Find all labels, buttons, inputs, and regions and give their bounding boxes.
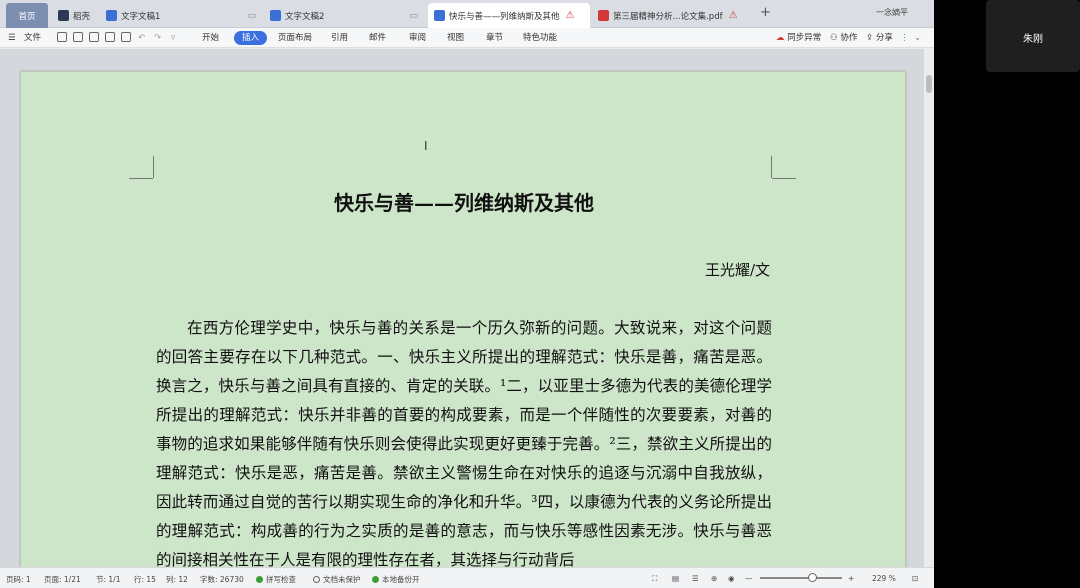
collab-button[interactable]: ⚇ 协作	[830, 31, 857, 45]
web-view-icon[interactable]: ⊕	[711, 574, 717, 583]
new-tab-button[interactable]: +	[760, 5, 771, 20]
menu-references[interactable]: 引用	[331, 31, 348, 45]
zoom-slider-knob[interactable]	[808, 573, 817, 582]
menu-bar: ☰ 文件 ↶ ↷ ▿ 开始 插入 页面布局 引用 邮件 审阅 视图 章节 特色功…	[0, 28, 934, 48]
tab-active-doc[interactable]: 快乐与善——列维纳斯及其他 ⚠	[428, 3, 590, 28]
menu-page-layout[interactable]: 页面布局	[278, 31, 312, 45]
tab-doc2[interactable]: 文字文稿2 ▭	[264, 3, 424, 28]
outline-view-icon[interactable]: ☰	[692, 574, 699, 583]
tab-pdf[interactable]: 第三届精神分析...论文集.pdf ⚠	[592, 3, 752, 28]
meeting-panel: 朱刚	[934, 0, 1080, 588]
sync-label: 同步异常	[787, 33, 822, 43]
share-icon: ⇪	[866, 33, 874, 43]
save-icon[interactable]	[73, 32, 83, 42]
document-author[interactable]: 王光耀/文	[705, 259, 770, 280]
tab-monitor-icon[interactable]: ▭	[247, 11, 256, 21]
tab-daoke-label: 稻壳	[73, 11, 91, 22]
warning-icon: ⚠	[728, 10, 738, 21]
zoom-in-button[interactable]: +	[848, 574, 854, 583]
writer-doc-icon	[106, 10, 117, 21]
status-words[interactable]: 字数: 26730	[200, 574, 244, 585]
spell-label: 拼写检查	[266, 575, 296, 584]
daoke-icon	[58, 10, 69, 21]
tab-daoke[interactable]: 稻壳	[52, 3, 100, 28]
crop-mark	[129, 178, 153, 179]
sync-status[interactable]: ☁ 同步异常	[776, 31, 821, 45]
tab-doc1-label: 文字文稿1	[121, 11, 161, 22]
zoom-level[interactable]: 229 %	[872, 574, 896, 583]
tab-home-label: 首页	[18, 11, 36, 22]
collab-label: 协作	[840, 33, 858, 43]
protect-label: 文档未保护	[323, 575, 361, 584]
open-icon[interactable]	[57, 32, 67, 42]
document-body[interactable]: 在西方伦理学史中，快乐与善的关系是一个历久弥新的问题。大致说来，对这个问题的回答…	[156, 314, 772, 567]
fullscreen-icon[interactable]: ⛶	[652, 574, 657, 584]
crop-mark	[153, 156, 154, 178]
document-area[interactable]: I 快乐与善——列维纳斯及其他 王光耀/文 在西方伦理学史中，快乐与善的关系是一…	[0, 49, 934, 567]
share-button[interactable]: ⇪ 分享	[866, 31, 893, 45]
status-bar: 页码: 1 页面: 1/21 节: 1/1 行: 15 列: 12 字数: 26…	[0, 567, 934, 588]
status-section[interactable]: 节: 1/1	[96, 574, 120, 585]
zoom-slider[interactable]	[760, 577, 842, 579]
eye-protect-icon[interactable]: ◉	[728, 574, 735, 583]
wps-window: 首页 稻壳 文字文稿1 ▭ 文字文稿2 ▭ 快乐与善——列维纳斯及其他 ⚠ 第三届精神…	[0, 0, 934, 588]
crop-mark	[772, 178, 796, 179]
status-page[interactable]: 页码: 1	[6, 574, 31, 585]
warning-icon: ⚠	[565, 10, 575, 21]
doc-protect[interactable]: 文档未保护	[313, 574, 361, 585]
more-icon[interactable]: ⋮	[900, 31, 909, 45]
tab-doc1[interactable]: 文字文稿1 ▭	[100, 3, 262, 28]
zoom-out-button[interactable]: —	[745, 574, 753, 583]
writer-doc-icon	[270, 10, 281, 21]
check-icon	[256, 576, 263, 583]
undo-icon[interactable]: ↶	[138, 31, 145, 45]
vertical-scrollbar[interactable]	[924, 49, 934, 567]
crop-mark	[771, 156, 772, 178]
participant-tile[interactable]: 朱刚	[986, 0, 1080, 72]
page-view-icon[interactable]: ▤	[672, 574, 679, 583]
fit-page-icon[interactable]: ⊡	[912, 574, 918, 583]
menu-special[interactable]: 特色功能	[523, 31, 557, 45]
tab-monitor-icon[interactable]: ▭	[409, 11, 418, 21]
document-page[interactable]: I 快乐与善——列维纳斯及其他 王光耀/文 在西方伦理学史中，快乐与善的关系是一…	[20, 71, 906, 567]
export-icon[interactable]	[89, 32, 99, 42]
backup-icon	[372, 576, 379, 583]
share-label: 分享	[875, 33, 893, 43]
tab-pdf-label: 第三届精神分析...论文集.pdf	[613, 11, 723, 22]
menu-start[interactable]: 开始	[202, 31, 219, 45]
menu-insert[interactable]: 插入	[234, 31, 268, 45]
print-icon[interactable]	[105, 32, 115, 42]
menu-file[interactable]: 文件	[24, 31, 41, 45]
tab-home[interactable]: 首页	[6, 3, 48, 28]
local-backup[interactable]: 本地备份开	[372, 574, 420, 585]
menu-chapter[interactable]: 章节	[486, 31, 503, 45]
person-icon: ⚇	[830, 33, 838, 43]
tab-doc2-label: 文字文稿2	[285, 11, 325, 22]
document-title[interactable]: 快乐与善——列维纳斯及其他	[21, 187, 907, 216]
redo-icon[interactable]: ↷	[154, 31, 161, 45]
preview-icon[interactable]	[121, 32, 131, 42]
pdf-icon	[598, 10, 609, 21]
shield-icon	[313, 576, 320, 583]
text-cursor-icon: I	[424, 139, 428, 153]
menu-view[interactable]: 视图	[447, 31, 464, 45]
cloud-icon: ☁	[776, 33, 785, 43]
participant-name: 朱刚	[1023, 34, 1043, 45]
status-pages[interactable]: 页面: 1/21	[44, 574, 81, 585]
backup-label: 本地备份开	[382, 575, 420, 584]
status-col[interactable]: 列: 12	[166, 574, 188, 585]
menu-mail[interactable]: 邮件	[369, 31, 386, 45]
user-name[interactable]: 一念嫡平	[876, 7, 908, 18]
tab-active-label: 快乐与善——列维纳斯及其他	[449, 11, 560, 22]
scrollbar-thumb[interactable]	[926, 75, 932, 93]
quick-access-dropdown-icon[interactable]: ▿	[171, 31, 175, 45]
menu-review[interactable]: 审阅	[409, 31, 426, 45]
writer-doc-icon	[434, 10, 445, 21]
status-row[interactable]: 行: 15	[134, 574, 156, 585]
spell-check[interactable]: 拼写检查	[256, 574, 296, 585]
collapse-ribbon-icon[interactable]: ⌄	[914, 31, 921, 45]
menu-hamburger-icon[interactable]: ☰	[8, 31, 16, 45]
tab-bar: 首页 稻壳 文字文稿1 ▭ 文字文稿2 ▭ 快乐与善——列维纳斯及其他 ⚠ 第三届精神…	[0, 0, 934, 28]
